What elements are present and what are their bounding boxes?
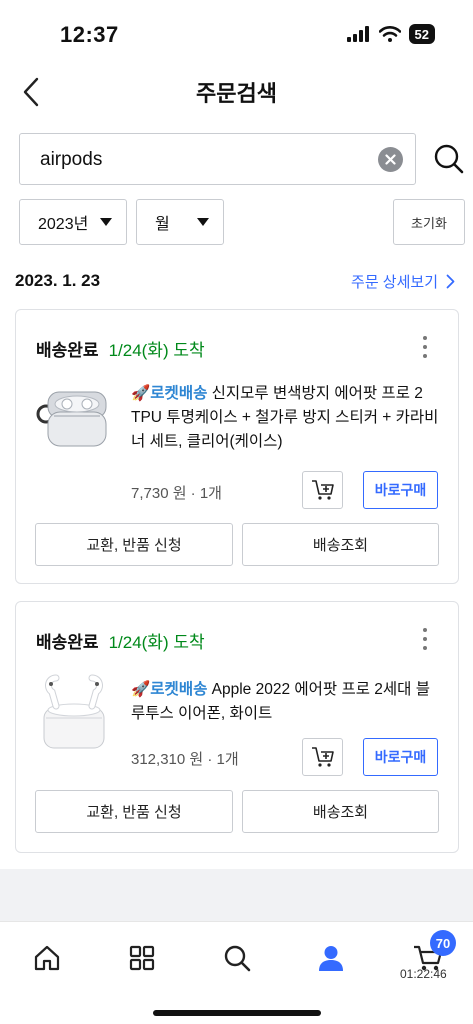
exchange-return-button[interactable]: 교환, 반품 신청 (35, 790, 233, 833)
header: 주문검색 (0, 62, 473, 122)
delivery-eta: 1/24(화) 도착 (108, 633, 205, 652)
product-info: 🚀로켓배송 신지모루 변색방지 에어팟 프로 2 TPU 투명케이스 + 철가루… (131, 382, 443, 454)
cart-count-badge: 70 (430, 930, 456, 956)
rocket-delivery-badge: 🚀로켓배송 (131, 681, 208, 698)
add-to-cart-button[interactable] (302, 471, 343, 509)
search-icon (434, 144, 464, 174)
order-card: 배송완료 1/24(화) 도착 🚀로켓배송 Apple 2022 에어팟 프로 2… (15, 601, 459, 853)
search-box (19, 133, 416, 185)
close-icon (385, 154, 396, 165)
dot (423, 336, 427, 340)
product-title[interactable]: 🚀로켓배송 Apple 2022 에어팟 프로 2세대 블루투스 이어폰, 화이… (131, 678, 443, 726)
filter-row: 2023년 월 초기화 (19, 199, 465, 245)
dot (423, 628, 427, 632)
status-bar: 12:37 52 (0, 0, 473, 62)
delivery-eta: 1/24(화) 도착 (108, 341, 205, 360)
order-detail-link[interactable]: 주문 상세보기 (351, 271, 455, 292)
add-to-cart-button[interactable] (302, 738, 343, 776)
more-options-button[interactable] (418, 336, 432, 358)
wifi-icon (378, 26, 401, 42)
my-page-icon (319, 946, 343, 971)
order-date-row: 2023. 1. 23 주문 상세보기 (15, 268, 455, 296)
status-icons: 52 (346, 24, 435, 44)
category-icon (129, 945, 155, 971)
order-detail-label: 주문 상세보기 (351, 274, 438, 291)
cellular-signal-icon (346, 26, 369, 42)
clear-search-button[interactable] (378, 147, 403, 172)
buy-now-button[interactable]: 바로구매 (363, 471, 438, 509)
dot (423, 646, 427, 650)
more-options-button[interactable] (418, 628, 432, 650)
search-input[interactable] (40, 147, 360, 173)
cart-timer: 01:22:46 (400, 967, 447, 981)
year-select[interactable]: 2023년 (19, 199, 127, 245)
add-cart-icon (311, 747, 334, 767)
search-button[interactable] (433, 143, 465, 175)
delivery-status-label: 배송완료 (36, 633, 99, 652)
page-title: 주문검색 (196, 81, 277, 106)
price-quantity: 312,310 원 · 1개 (131, 751, 239, 768)
rocket-delivery-badge: 🚀로켓배송 (131, 385, 208, 402)
home-indicator (153, 1010, 321, 1016)
add-cart-icon (311, 480, 334, 500)
dot (423, 354, 427, 358)
search-row (19, 133, 465, 185)
dot (423, 345, 427, 349)
year-select-value: 2023년 (38, 216, 89, 233)
tab-search[interactable] (215, 938, 259, 978)
product-image[interactable] (34, 378, 114, 458)
price-quantity: 7,730 원 · 1개 (131, 485, 222, 502)
tab-my-page[interactable] (309, 938, 353, 978)
tracking-button[interactable]: 배송조회 (242, 523, 439, 566)
home-icon (34, 945, 60, 971)
search-icon (224, 945, 251, 972)
buy-now-button[interactable]: 바로구매 (363, 738, 438, 776)
order-card: 배송완료 1/24(화) 도착 🚀로켓배송 신지모루 변색방지 에어팟 프로 2 … (15, 309, 459, 584)
chevron-right-icon (446, 274, 455, 289)
order-date: 2023. 1. 23 (15, 271, 101, 290)
caret-down-icon (197, 218, 209, 226)
tab-home[interactable] (25, 938, 69, 978)
tab-category[interactable] (120, 938, 164, 978)
tab-bar: 70 01:22:46 (0, 921, 473, 1024)
reset-button[interactable]: 초기화 (393, 199, 465, 245)
caret-down-icon (100, 218, 112, 226)
list-footer-band (0, 869, 473, 921)
tracking-button[interactable]: 배송조회 (242, 790, 439, 833)
month-select-value: 월 (155, 216, 170, 233)
dot (423, 637, 427, 641)
battery-indicator: 52 (408, 24, 435, 44)
product-title[interactable]: 🚀로켓배송 신지모루 변색방지 에어팟 프로 2 TPU 투명케이스 + 철가루… (131, 382, 443, 454)
delivery-status: 배송완료 1/24(화) 도착 (36, 628, 205, 653)
delivery-status-label: 배송완료 (36, 341, 99, 360)
month-select[interactable]: 월 (136, 199, 224, 245)
product-info: 🚀로켓배송 Apple 2022 에어팟 프로 2세대 블루투스 이어폰, 화이… (131, 678, 443, 726)
exchange-return-button[interactable]: 교환, 반품 신청 (35, 523, 233, 566)
status-time: 12:37 (60, 22, 119, 47)
product-image[interactable] (34, 672, 114, 752)
delivery-status: 배송완료 1/24(화) 도착 (36, 336, 205, 361)
